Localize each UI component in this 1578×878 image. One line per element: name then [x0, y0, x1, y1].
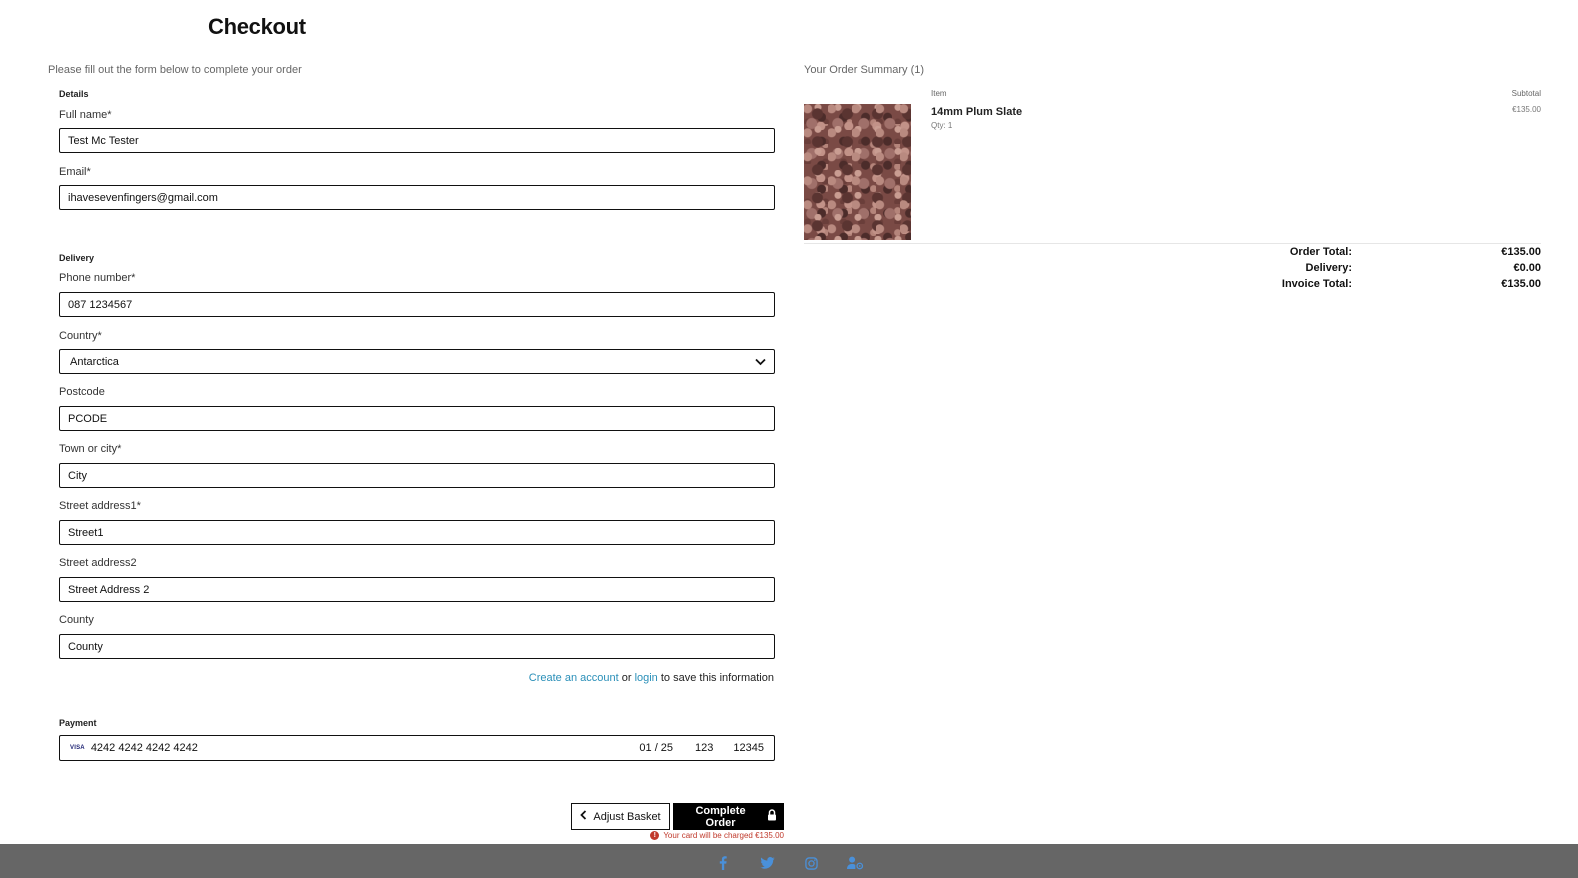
county-label: County: [59, 614, 94, 626]
county-input[interactable]: County: [59, 634, 775, 659]
street1-label: Street address1*: [59, 500, 141, 512]
charge-warning: ! Your card will be charged €135.00: [650, 831, 784, 840]
visa-card-icon: VISA: [70, 745, 85, 751]
country-select-value: Antarctica: [70, 355, 119, 368]
product-qty: Qty: 1: [931, 121, 953, 130]
email-input[interactable]: ihavesevenfingers@gmail.com: [59, 185, 775, 210]
complete-order-label: Complete Order: [695, 804, 746, 829]
postcode-label: Postcode: [59, 386, 105, 398]
save-info-note: Create an account or login to save this …: [529, 672, 774, 684]
form-intro: Please fill out the form below to comple…: [48, 64, 302, 76]
charge-warning-text: Your card will be charged €135.00: [663, 831, 784, 840]
country-select[interactable]: Antarctica: [59, 349, 775, 374]
complete-order-button[interactable]: Complete Order: [673, 803, 784, 830]
delivery-label: Delivery:: [1305, 262, 1352, 274]
adjust-basket-label: Adjust Basket: [593, 810, 661, 823]
subtotal-column-header: Subtotal: [1511, 89, 1541, 98]
invoice-total-value: €135.00: [1501, 278, 1541, 290]
adjust-basket-button[interactable]: Adjust Basket: [571, 803, 670, 830]
item-column-header: Item: [931, 89, 947, 98]
twitter-icon[interactable]: [758, 854, 776, 872]
full-name-label: Full name*: [59, 109, 112, 121]
login-link[interactable]: login: [635, 672, 658, 684]
instagram-icon[interactable]: [802, 854, 820, 872]
order-summary-title: Your Order Summary (1): [804, 64, 925, 76]
delivery-section-label: Delivery: [59, 253, 95, 263]
town-label: Town or city*: [59, 443, 122, 455]
card-expiry-field[interactable]: 01 / 25: [639, 742, 673, 754]
full-name-input[interactable]: Test Mc Tester: [59, 128, 775, 153]
phone-label: Phone number*: [59, 272, 136, 284]
payment-section-label: Payment: [59, 718, 97, 728]
street2-label: Street address2: [59, 557, 137, 569]
summary-divider: [804, 243, 1541, 244]
email-label: Email*: [59, 166, 91, 178]
product-name: 14mm Plum Slate: [931, 106, 1023, 118]
product-image: [804, 104, 911, 240]
delivery-value: €0.00: [1513, 262, 1541, 274]
or-text: or: [621, 672, 632, 684]
street1-input[interactable]: Street1: [59, 520, 775, 545]
card-element[interactable]: VISA 4242 4242 4242 4242 01 / 25 123 123…: [59, 735, 775, 761]
product-subtotal: €135.00: [1512, 105, 1541, 114]
order-total-value: €135.00: [1501, 246, 1541, 258]
page-title: Checkout: [208, 14, 306, 39]
checkout-page: Checkout Please fill out the form below …: [0, 0, 1578, 878]
country-label: Country*: [59, 330, 102, 342]
order-total-label: Order Total:: [1289, 246, 1352, 258]
create-account-link[interactable]: Create an account: [529, 672, 619, 684]
details-section-label: Details: [59, 89, 89, 99]
lock-icon: [767, 809, 777, 824]
card-number-field[interactable]: 4242 4242 4242 4242: [91, 742, 640, 754]
save-info-suffix: to save this information: [660, 672, 774, 684]
invoice-total-label: Invoice Total:: [1281, 278, 1352, 290]
phone-input[interactable]: 087 1234567: [59, 292, 775, 317]
footer: [0, 844, 1578, 878]
chevron-left-icon: [580, 810, 587, 823]
exclamation-circle-icon: !: [650, 831, 660, 840]
user-cog-icon[interactable]: [846, 854, 864, 872]
card-postal-field[interactable]: 12345: [733, 742, 764, 754]
town-input[interactable]: City: [59, 463, 775, 488]
card-cvc-field[interactable]: 123: [695, 742, 713, 754]
street2-input[interactable]: Street Address 2: [59, 577, 775, 602]
chevron-down-icon: [754, 356, 766, 368]
postcode-input[interactable]: PCODE: [59, 406, 775, 431]
facebook-icon[interactable]: [714, 854, 732, 872]
